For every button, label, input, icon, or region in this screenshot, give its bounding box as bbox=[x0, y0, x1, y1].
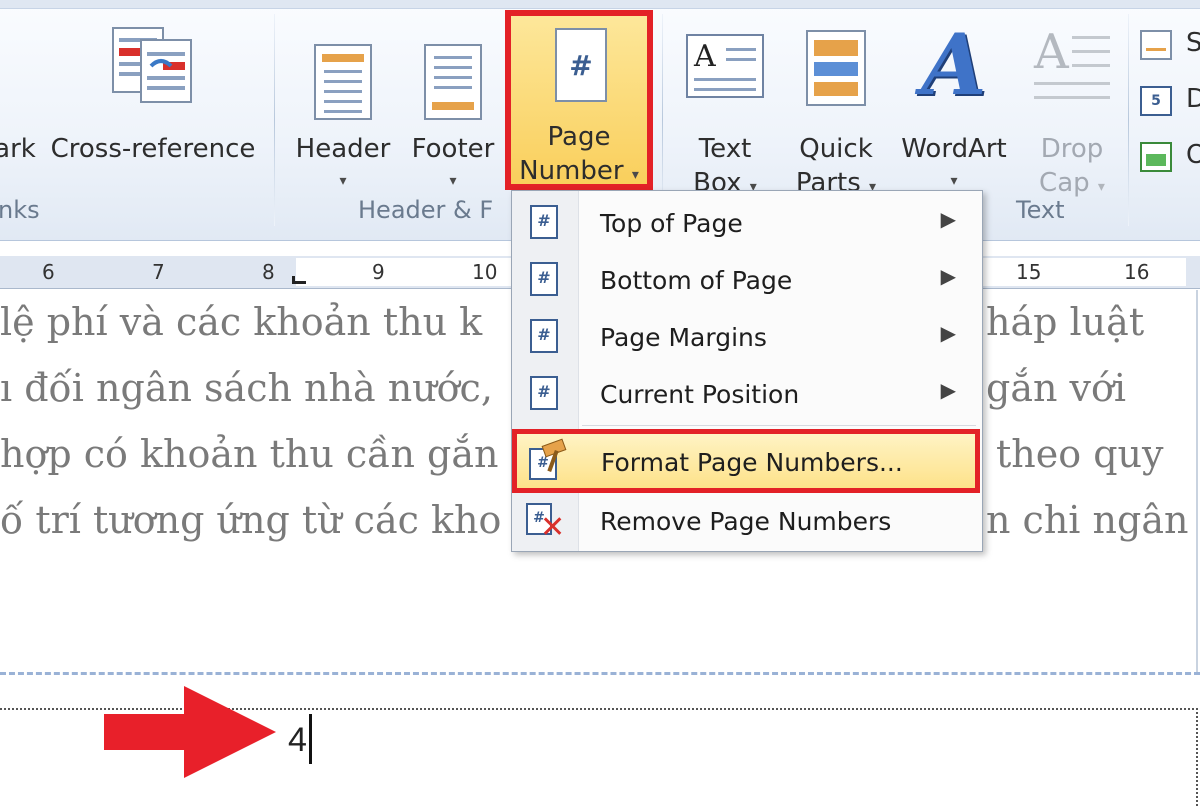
body-text-line: ố trí tương ứng từ các kho bbox=[0, 498, 502, 542]
drop-cap-label-line1: Drop bbox=[1040, 134, 1104, 164]
date-time-icon: 5 bbox=[1140, 86, 1172, 116]
quick-parts-button[interactable]: Quick Parts ▾ bbox=[788, 20, 884, 198]
menu-item-label: Top of Page bbox=[600, 209, 743, 238]
text-box-label-line1: Text bbox=[698, 134, 752, 164]
page-number-label-line1: Page bbox=[547, 122, 611, 152]
header-dropdown-icon: ▾ bbox=[339, 173, 347, 189]
date-time-button[interactable]: 5 D bbox=[1138, 84, 1200, 120]
drop-cap-button[interactable]: A Drop Cap ▾ bbox=[1024, 20, 1120, 198]
page-number-label-text: Number bbox=[519, 156, 624, 186]
page-margins-icon: # bbox=[530, 319, 558, 353]
body-text-line-right: theo quy bbox=[996, 432, 1164, 476]
body-text-line-right: n chi ngân bbox=[986, 498, 1189, 542]
menu-item-label: Page Margins bbox=[600, 323, 767, 352]
ruler-label: 9 bbox=[372, 260, 385, 284]
ribbon-separator bbox=[274, 14, 275, 226]
menu-item-label: Current Position bbox=[600, 380, 800, 409]
body-text-line-right: háp luật bbox=[986, 300, 1145, 344]
body-text-line: hợp có khoản thu cần gắn bbox=[0, 432, 499, 476]
format-page-numbers-icon: # bbox=[529, 438, 567, 482]
tab-stop-marker[interactable] bbox=[292, 276, 306, 284]
footer-label: Footer bbox=[411, 134, 495, 164]
wordart-button[interactable]: A WordArt ▾ bbox=[894, 20, 1014, 190]
menu-item-top-of-page[interactable]: # Top of Page ▶ bbox=[512, 195, 980, 251]
group-label-links: nks bbox=[0, 196, 40, 224]
bookmark-label: ark bbox=[0, 134, 36, 164]
signature-line-label: S bbox=[1186, 28, 1200, 58]
wordart-icon: A bbox=[921, 15, 987, 114]
footer-button[interactable]: Footer ▾ bbox=[404, 20, 502, 190]
drop-cap-icon: A bbox=[1034, 26, 1110, 112]
page-number-dropdown-icon: ▾ bbox=[631, 167, 639, 183]
wordart-label: WordArt bbox=[901, 134, 1007, 164]
menu-item-remove-page-numbers[interactable]: # ✕ Remove Page Numbers bbox=[512, 493, 980, 549]
signature-line-icon bbox=[1140, 30, 1172, 60]
text-box-button[interactable]: A Text Box ▾ bbox=[676, 20, 774, 198]
red-arrow-annotation bbox=[104, 686, 276, 778]
menu-item-label: Format Page Numbers... bbox=[601, 448, 903, 477]
page-number-menu: # Top of Page ▶ # Bottom of Page ▶ # Pag… bbox=[511, 190, 983, 552]
bottom-of-page-icon: # bbox=[530, 262, 558, 296]
page-number-button[interactable]: # Page Number ▾ bbox=[505, 10, 653, 190]
text-cursor bbox=[309, 714, 312, 764]
ruler-label: 8 bbox=[262, 260, 275, 284]
submenu-arrow-icon: ▶ bbox=[940, 321, 956, 345]
group-label-header-footer: Header & F bbox=[358, 196, 494, 224]
menu-separator bbox=[582, 425, 976, 426]
ruler-label: 6 bbox=[42, 260, 55, 284]
cross-reference-button[interactable]: Cross-reference bbox=[48, 20, 258, 190]
group-label-text: Text bbox=[1016, 196, 1065, 224]
top-of-page-icon: # bbox=[530, 205, 558, 239]
footer-dropdown-icon: ▾ bbox=[449, 173, 457, 189]
text-box-icon: A bbox=[686, 34, 764, 98]
menu-item-label: Remove Page Numbers bbox=[600, 507, 892, 536]
quick-parts-label-line1: Quick bbox=[799, 134, 873, 164]
menu-item-current-position[interactable]: # Current Position ▶ bbox=[512, 366, 980, 422]
body-text-line: ı đối ngân sách nhà nước, bbox=[0, 366, 493, 410]
cross-reference-icon bbox=[112, 27, 192, 103]
page-number-label-line2: Number ▾ bbox=[511, 154, 647, 192]
header-label: Header bbox=[295, 134, 391, 164]
menu-item-bottom-of-page[interactable]: # Bottom of Page ▶ bbox=[512, 252, 980, 308]
ruler-label: 15 bbox=[1016, 260, 1042, 284]
submenu-arrow-icon: ▶ bbox=[940, 207, 956, 231]
date-time-label: D bbox=[1186, 84, 1200, 114]
ribbon-separator bbox=[1128, 14, 1129, 226]
remove-page-numbers-icon: # ✕ bbox=[526, 503, 565, 543]
drop-cap-label-text: Cap bbox=[1039, 168, 1090, 198]
menu-item-format-page-numbers[interactable]: # Format Page Numbers... bbox=[512, 429, 980, 493]
footer-icon bbox=[424, 44, 482, 120]
menu-item-page-margins[interactable]: # Page Margins ▶ bbox=[512, 309, 980, 365]
menu-item-label: Bottom of Page bbox=[600, 266, 793, 295]
object-label: O bbox=[1186, 140, 1200, 170]
signature-line-button[interactable]: S bbox=[1138, 28, 1200, 64]
submenu-arrow-icon: ▶ bbox=[940, 264, 956, 288]
object-button[interactable]: O bbox=[1138, 140, 1200, 176]
body-text-line: lệ phí và các khoản thu k bbox=[0, 300, 483, 344]
quick-parts-icon bbox=[806, 30, 866, 106]
header-button[interactable]: Header ▾ bbox=[292, 20, 394, 190]
cross-reference-label: Cross-reference bbox=[50, 134, 256, 164]
drop-cap-dropdown-icon: ▾ bbox=[1097, 179, 1105, 195]
object-icon bbox=[1140, 142, 1172, 172]
current-position-icon: # bbox=[530, 376, 558, 410]
ruler-label: 7 bbox=[152, 260, 165, 284]
body-text-line-right: gắn với bbox=[986, 366, 1127, 410]
ruler-label: 16 bbox=[1124, 260, 1150, 284]
ribbon-top-strip bbox=[0, 0, 1200, 9]
footer-boundary-line bbox=[0, 672, 1200, 675]
submenu-arrow-icon: ▶ bbox=[940, 378, 956, 402]
page-number-icon: # bbox=[555, 28, 607, 102]
page-number-field[interactable]: 4 bbox=[288, 720, 307, 760]
ruler-label: 10 bbox=[472, 260, 498, 284]
bookmark-button[interactable]: ark bbox=[0, 20, 40, 190]
header-icon bbox=[314, 44, 372, 120]
